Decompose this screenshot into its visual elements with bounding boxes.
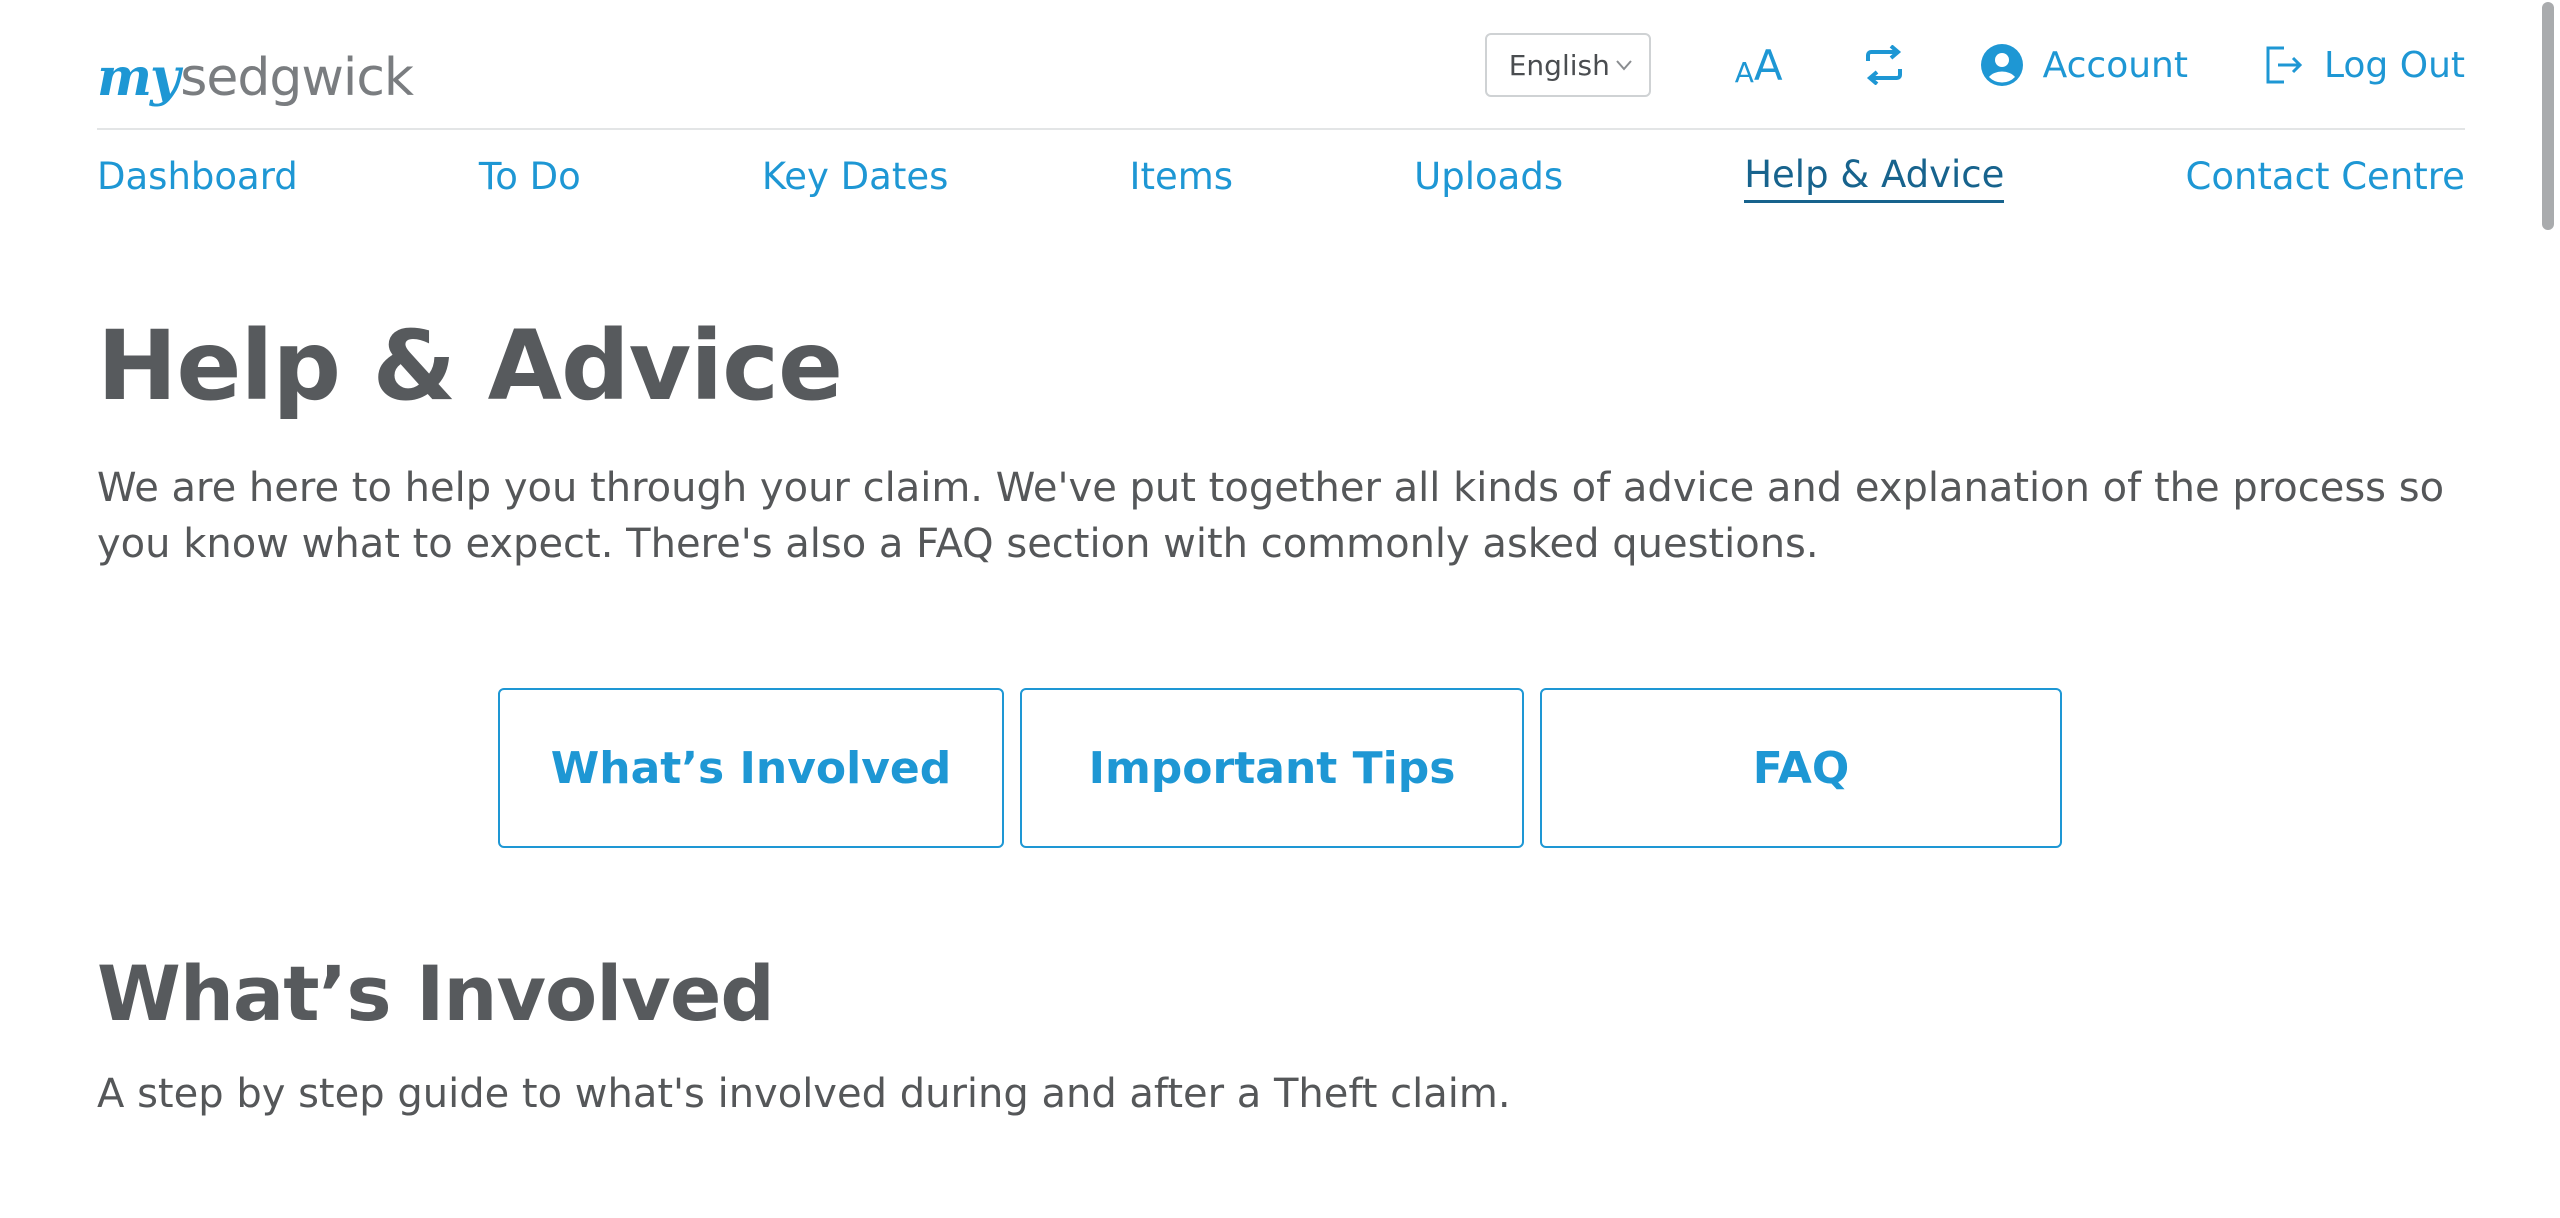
scrollbar-thumb[interactable] bbox=[2542, 2, 2554, 230]
nav-item-items[interactable]: Items bbox=[1130, 137, 1234, 202]
chevron-down-icon bbox=[1614, 55, 1634, 75]
logo-name: sedgwick bbox=[180, 48, 414, 108]
nav-item-uploads[interactable]: Uploads bbox=[1414, 137, 1563, 202]
intro-text: We are here to help you through your cla… bbox=[97, 464, 2445, 567]
language-selected-value: English bbox=[1508, 48, 1610, 82]
nav-item-help-advice[interactable]: Help & Advice bbox=[1744, 135, 2005, 203]
logo-prefix: my bbox=[97, 47, 180, 108]
page-scrollbar[interactable] bbox=[2536, 0, 2560, 1218]
language-select[interactable]: English bbox=[1484, 33, 1651, 97]
logout-icon bbox=[2264, 44, 2304, 86]
mysedgwick-logo[interactable]: my sedgwick bbox=[97, 24, 414, 108]
logout-label: Log Out bbox=[2323, 44, 2465, 86]
text-size-icon[interactable]: AA bbox=[1735, 43, 1783, 87]
text-size-large-glyph: A bbox=[1753, 41, 1783, 90]
main-nav: Dashboard To Do Key Dates Items Uploads … bbox=[97, 130, 2465, 208]
text-size-small-glyph: A bbox=[1734, 56, 1754, 89]
section-description: A step by step guide to what's involved … bbox=[97, 1071, 1511, 1117]
section-heading: What’s Involved bbox=[97, 949, 775, 1038]
nav-item-key-dates[interactable]: Key Dates bbox=[762, 137, 949, 202]
page: my sedgwick English AA Account Log Out D… bbox=[97, 0, 2465, 1117]
page-title: Help & Advice bbox=[97, 310, 843, 422]
account-label: Account bbox=[2042, 44, 2188, 86]
nav-item-dashboard[interactable]: Dashboard bbox=[97, 137, 298, 202]
nav-item-contact-centre[interactable]: Contact Centre bbox=[2186, 137, 2465, 202]
switch-icon[interactable] bbox=[1863, 45, 1905, 85]
section-button-row: What’s Involved Important Tips FAQ bbox=[498, 688, 2062, 848]
logout-link[interactable]: Log Out bbox=[2264, 44, 2465, 86]
user-circle-icon bbox=[1980, 44, 2023, 86]
faq-button[interactable]: FAQ bbox=[1540, 688, 2062, 848]
top-header: my sedgwick English AA Account Log Out bbox=[97, 0, 2465, 130]
nav-item-to-do[interactable]: To Do bbox=[479, 137, 581, 202]
important-tips-button[interactable]: Important Tips bbox=[1020, 688, 1524, 848]
utility-bar: English AA Account Log Out bbox=[1484, 32, 2465, 98]
account-link[interactable]: Account bbox=[1980, 44, 2188, 86]
whats-involved-button[interactable]: What’s Involved bbox=[498, 688, 1004, 848]
